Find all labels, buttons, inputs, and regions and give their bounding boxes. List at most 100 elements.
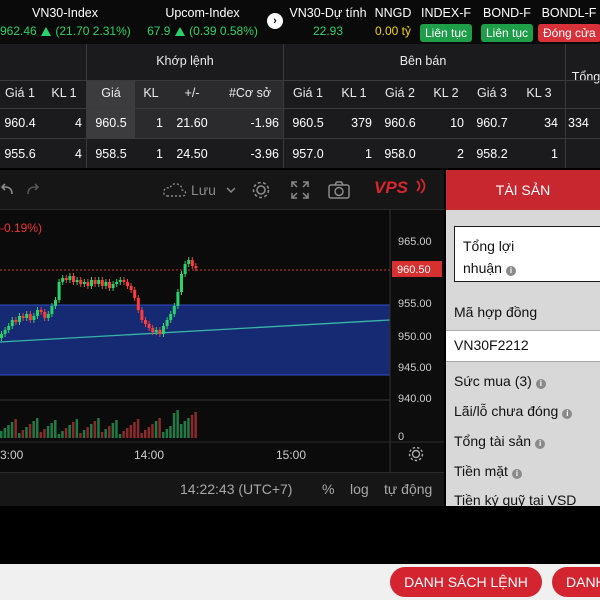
cell-total: 334 — [568, 116, 589, 130]
volume-bar — [165, 429, 169, 438]
contract-select[interactable]: VN30F2212 — [446, 330, 600, 362]
ticker-index-f[interactable]: INDEX-F Liên tục — [416, 6, 476, 42]
info-icon[interactable]: i — [535, 379, 546, 389]
volume-bar — [14, 419, 17, 438]
volume-bar — [43, 429, 46, 438]
chevron-right-icon[interactable]: › — [267, 13, 283, 29]
unrealized-pl-label: Lãi/lỗ chưa đóng — [454, 403, 559, 419]
col-header: KL — [143, 86, 159, 100]
candle — [187, 260, 191, 264]
cell-change: 24.50 — [176, 147, 208, 161]
ticker-name: INDEX-F — [421, 6, 471, 20]
volume-bar — [162, 432, 165, 438]
cloud-save-icon[interactable] — [162, 181, 188, 199]
candle — [3, 330, 7, 334]
grid-line — [0, 108, 600, 109]
cell-bid-price[interactable]: 960.4 — [0, 116, 40, 130]
undo-icon[interactable] — [0, 182, 14, 198]
volume-bar — [57, 434, 61, 438]
cell-bid-vol: 4 — [75, 147, 82, 161]
ticker-vn30-index[interactable]: VN30-Index 962.46 (21.70 2.31%) — [0, 6, 131, 38]
ticker-vn30-estimate[interactable]: VN30-Dự tính 22.93 — [286, 6, 370, 38]
bottom-action-bar: DANH SÁCH LỆNH DANH — [0, 564, 600, 600]
order-list-button[interactable]: DANH SÁCH LỆNH — [390, 567, 542, 597]
info-icon[interactable]: i — [535, 439, 546, 449]
total-profit-card[interactable]: Tổng lợi nhuận i — [454, 226, 600, 282]
cell-bid-price[interactable]: 955.6 — [0, 147, 40, 161]
percent-scale-toggle[interactable]: % — [322, 481, 334, 497]
selection-zone — [0, 305, 390, 375]
cell-match-vol: 1 — [156, 116, 163, 130]
log-scale-toggle[interactable]: log — [350, 481, 369, 497]
candle — [97, 280, 101, 284]
volume-bar — [129, 425, 133, 438]
cell-ask-price[interactable]: 960.6 — [377, 116, 423, 130]
col-header: KL 2 — [433, 86, 459, 100]
volume-bar — [3, 428, 7, 438]
auto-scale-toggle[interactable]: tự động — [384, 481, 432, 497]
info-icon[interactable]: i — [511, 469, 522, 479]
redo-icon[interactable] — [26, 182, 42, 198]
candle — [104, 282, 108, 286]
next-list-button[interactable]: DANH — [552, 567, 600, 597]
candle — [7, 326, 11, 330]
candle — [79, 280, 83, 284]
cell-match-vol: 1 — [156, 147, 163, 161]
volume-bar — [144, 430, 147, 438]
info-icon[interactable]: i — [562, 409, 573, 419]
volume-bar — [39, 432, 43, 438]
volume-bar — [54, 420, 57, 438]
volume-bar — [147, 427, 151, 438]
status-badge: Liên tục — [419, 24, 473, 42]
price-tick: 945.00 — [398, 362, 432, 374]
card-label: Tổng lợi — [463, 238, 515, 254]
price-tick: 950.00 — [398, 331, 432, 343]
spacer — [0, 506, 600, 564]
candlestick-chart[interactable]: -0.19%) 965.00 960.50 955.00 950.00 945.… — [0, 210, 444, 472]
candle — [25, 314, 29, 318]
camera-icon[interactable] — [328, 181, 350, 199]
card-label: nhuận — [463, 260, 502, 276]
volume-bar — [140, 433, 143, 438]
volume-bar — [97, 418, 100, 438]
candle — [183, 264, 187, 274]
asset-panel-title[interactable]: TÀI SẢN — [446, 170, 600, 210]
volume-bar — [36, 418, 39, 438]
cell-match-price[interactable]: 960.5 — [87, 116, 135, 130]
candle — [158, 330, 162, 334]
total-assets-label: Tổng tài sản — [454, 433, 532, 449]
status-badge: Liên tục — [480, 24, 534, 42]
save-layout-button[interactable]: Lưu — [191, 182, 216, 198]
candle — [64, 278, 68, 280]
cell-ask-price[interactable]: 958.0 — [377, 147, 423, 161]
candle — [162, 326, 165, 334]
contract-value: VN30F2212 — [454, 337, 529, 353]
cell-ask-price[interactable]: 960.5 — [285, 116, 331, 130]
volume-bar — [126, 428, 129, 438]
volume-bar — [154, 421, 158, 438]
info-icon[interactable]: i — [505, 266, 516, 276]
ticker-name: VN30-Dự tính — [289, 6, 367, 20]
ticker-bond-f[interactable]: BOND-F Liên tục — [478, 6, 536, 42]
ticker-upcom-index[interactable]: Upcom-Index 67.9 (0.39 0.58%) — [140, 6, 265, 38]
ticker-bondl-f[interactable]: BONDL-F Đóng cửa — [538, 6, 600, 42]
col-header: Giá 1 — [5, 86, 35, 100]
ticker-nngd[interactable]: NNGD 0.00 tỷ — [372, 6, 414, 38]
cell-ask-price[interactable]: 958.2 — [469, 147, 515, 161]
grid-line — [0, 138, 600, 139]
cell-match-price[interactable]: 958.5 — [87, 147, 135, 161]
time-tick: 15:00 — [276, 448, 306, 462]
cell-change: 21.60 — [176, 116, 208, 130]
candle — [32, 316, 36, 320]
chevron-down-icon[interactable] — [226, 186, 236, 194]
candle — [140, 310, 144, 320]
volume-bar — [151, 424, 154, 438]
gear-icon[interactable] — [251, 180, 271, 200]
cell-ask-price[interactable]: 957.0 — [285, 147, 331, 161]
fullscreen-icon[interactable] — [291, 181, 309, 199]
candle — [28, 314, 32, 320]
volume-bar — [100, 432, 104, 438]
ticker-value: 0.00 tỷ — [374, 24, 412, 38]
cell-ask-price[interactable]: 960.7 — [469, 116, 515, 130]
volume-bar — [86, 427, 89, 438]
